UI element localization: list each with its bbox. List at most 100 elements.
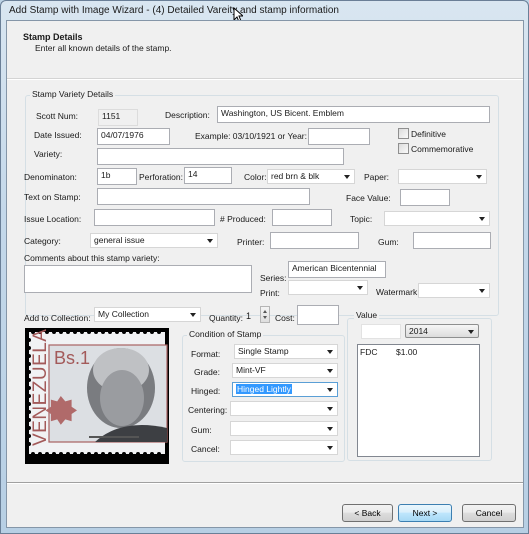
perforation-input[interactable]: 14 — [184, 167, 232, 184]
watermark-label: Watermark: — [376, 287, 420, 297]
produced-input[interactable] — [272, 209, 332, 226]
cancel-label: Cancel: — [191, 444, 220, 454]
text-on-stamp-input[interactable] — [97, 188, 310, 205]
chevron-down-icon — [479, 217, 485, 221]
next-button[interactable]: Next > — [398, 504, 452, 522]
quantity-value[interactable]: 1 — [246, 311, 251, 321]
chevron-down-icon — [327, 369, 333, 373]
cost-input[interactable] — [297, 305, 339, 325]
grade-dropdown-value: Mint-VF — [236, 365, 266, 375]
series-input[interactable]: American Bicentennial — [288, 261, 386, 278]
header-subtitle: Enter all known details of the stamp. — [35, 43, 172, 53]
value-year-dropdown[interactable]: 2014 — [405, 324, 479, 338]
condition-gum-label: Gum: — [191, 425, 212, 435]
stamp-denomination-text: Bs.1 — [54, 348, 90, 368]
format-label: Format: — [191, 349, 221, 359]
condition-group-label: Condition of Stamp — [187, 329, 264, 339]
grade-dropdown[interactable]: Mint-VF — [232, 363, 338, 378]
paper-label: Paper: — [364, 172, 390, 182]
paper-dropdown[interactable] — [398, 169, 487, 184]
chevron-down-icon — [468, 330, 474, 334]
date-issued-label: Date Issued: — [34, 130, 82, 140]
description-input[interactable]: Washington, US Bicent. Emblem — [217, 106, 490, 123]
header-title: Stamp Details — [23, 32, 83, 42]
gum-input[interactable] — [413, 232, 491, 249]
category-dropdown[interactable]: general issue — [90, 233, 218, 248]
stepper-down-icon[interactable] — [263, 316, 267, 319]
wizard-window: Add Stamp with Image Wizard - (4) Detail… — [0, 0, 529, 534]
collection-dropdown[interactable]: My Collection — [94, 307, 201, 322]
color-label: Color: — [244, 172, 267, 182]
stamp-variety-group-label: Stamp Variety Details — [30, 89, 116, 99]
commemorative-label: Commemorative — [411, 144, 474, 154]
centering-dropdown[interactable] — [230, 401, 338, 416]
wizard-header: Stamp Details Enter all known details of… — [7, 21, 523, 79]
value-list-item[interactable]: FDC $1.00 — [360, 347, 478, 358]
variety-label: Variety: — [34, 149, 63, 159]
header-divider — [7, 79, 523, 80]
back-button[interactable]: < Back — [342, 504, 393, 522]
denomination-input[interactable]: 1b — [97, 168, 137, 185]
add-to-collection-label: Add to Collection: — [24, 313, 91, 323]
category-label: Category: — [24, 236, 61, 246]
description-label: Description: — [165, 110, 210, 120]
cost-label: Cost: — [275, 313, 295, 323]
stamp-country-text: VENEZUELA — [30, 329, 51, 446]
grade-label: Grade: — [194, 367, 220, 377]
commemorative-checkbox[interactable] — [398, 143, 409, 154]
chevron-down-icon — [327, 388, 333, 392]
gum-label: Gum: — [378, 237, 399, 247]
cancel-button[interactable]: Cancel — [462, 504, 516, 522]
face-value-label: Face Value: — [346, 193, 391, 203]
centering-label: Centering: — [188, 405, 228, 415]
window-title: Add Stamp with Image Wizard - (4) Detail… — [9, 5, 339, 16]
chevron-down-icon — [476, 175, 482, 179]
example-year-label: Example: 03/10/1921 or Year: — [195, 131, 307, 141]
denomination-label: Denominaton: — [24, 172, 77, 182]
value-listbox[interactable]: FDC $1.00 — [357, 344, 480, 457]
value-amount-input[interactable] — [361, 324, 401, 339]
print-label: Print: — [260, 288, 280, 298]
wizard-client-area: Stamp Details Enter all known details of… — [6, 20, 524, 528]
chevron-down-icon — [344, 175, 350, 179]
value-entry-type: FDC — [360, 347, 378, 357]
produced-label: # Produced: — [220, 214, 266, 224]
cancel-dropdown[interactable] — [230, 440, 338, 455]
quantity-stepper[interactable] — [260, 306, 270, 323]
variety-input[interactable] — [97, 148, 344, 165]
value-entry-price: $1.00 — [396, 347, 418, 357]
chevron-down-icon — [327, 446, 333, 450]
print-dropdown[interactable] — [288, 280, 368, 295]
hinged-label: Hinged: — [191, 386, 221, 396]
category-dropdown-value: general issue — [94, 235, 145, 245]
chevron-down-icon — [207, 239, 213, 243]
scott-num-label: Scott Num: — [36, 111, 79, 121]
chevron-down-icon — [327, 407, 333, 411]
watermark-dropdown[interactable] — [418, 283, 490, 298]
issue-location-input[interactable] — [94, 209, 215, 226]
format-dropdown-value: Single Stamp — [238, 346, 289, 356]
chevron-down-icon — [479, 289, 485, 293]
example-year-input[interactable] — [308, 128, 370, 145]
definitive-checkbox[interactable] — [398, 128, 409, 139]
printer-label: Printer: — [237, 237, 265, 247]
quantity-label: Quantity: — [209, 313, 244, 323]
value-group-label: Value — [354, 310, 380, 320]
topic-label: Topic: — [350, 214, 373, 224]
date-issued-input[interactable]: 04/07/1976 — [97, 128, 170, 145]
color-dropdown[interactable]: red brn & blk — [267, 169, 355, 184]
format-dropdown[interactable]: Single Stamp — [234, 344, 338, 359]
stamp-picture: VENEZUELA Bs.1 — [25, 328, 169, 464]
definitive-label: Definitive — [411, 129, 446, 139]
printer-input[interactable] — [270, 232, 359, 249]
chevron-down-icon — [327, 350, 333, 354]
condition-gum-dropdown[interactable] — [230, 421, 338, 436]
hinged-dropdown[interactable]: Hinged Lightly — [232, 382, 338, 397]
comments-textarea[interactable] — [24, 265, 252, 293]
footer-divider-highlight — [7, 483, 523, 484]
chevron-down-icon — [327, 427, 333, 431]
topic-dropdown[interactable] — [384, 211, 490, 226]
stepper-up-icon[interactable] — [263, 310, 267, 313]
face-value-input[interactable] — [400, 189, 450, 206]
hinged-dropdown-value: Hinged Lightly — [236, 384, 292, 394]
